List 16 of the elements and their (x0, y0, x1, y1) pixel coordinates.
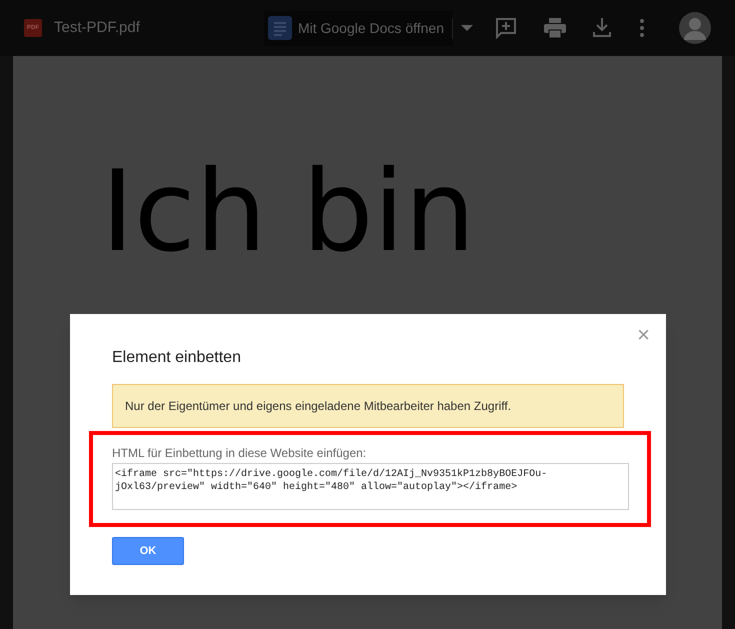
print-icon[interactable] (544, 18, 566, 38)
more-icon[interactable] (640, 19, 644, 37)
open-with-button[interactable]: Mit Google Docs öffnen (264, 10, 453, 46)
access-notice: Nur der Eigentümer und eigens eingeladene Mitbearbeiter haben Zugriff. (112, 384, 624, 428)
avatar-icon[interactable] (679, 12, 711, 44)
ok-button[interactable]: OK (112, 537, 184, 565)
dialog-title: Element einbetten (112, 348, 241, 368)
document-text: Ich bin (101, 156, 476, 268)
caret-icon[interactable] (461, 25, 473, 31)
embed-label: HTML für Einbettung in diese Website einfügen: (112, 445, 366, 462)
file-name: Test-PDF.pdf (54, 18, 140, 38)
document-icon (268, 16, 292, 40)
download-icon[interactable] (593, 18, 611, 38)
close-button[interactable]: × (637, 324, 650, 346)
comment-add-icon[interactable] (495, 17, 517, 39)
embed-code-field[interactable]: <iframe src="https://drive.google.com/file/d/12AIj_Nv9351kP1zb8yBOEJFOu-jOxl63/preview" width="640" height="480" allow="autoplay"></iframe> (112, 463, 629, 510)
